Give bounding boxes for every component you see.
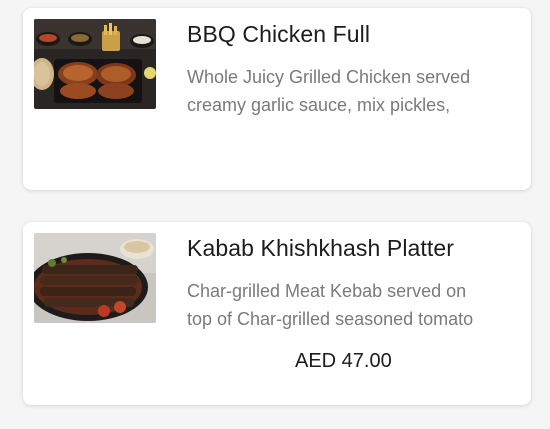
menu-item-card[interactable]: BBQ Chicken Full Whole Juicy Grilled Chi… — [23, 8, 531, 190]
bbq-chicken-image[interactable] — [34, 19, 156, 109]
description-line: top of Char-grilled seasoned tomato — [187, 309, 474, 329]
description-line: Char-grilled Meat Kebab served on — [187, 281, 467, 301]
menu-item-list: BBQ Chicken Full Whole Juicy Grilled Chi… — [0, 0, 550, 429]
menu-item-card[interactable]: Kabab Khishkhash Platter Char-grilled Me… — [23, 222, 531, 405]
menu-item-description: Whole Juicy Grilled Chicken served cream… — [187, 63, 517, 119]
kabab-platter-image[interactable] — [34, 233, 156, 323]
menu-item-description: Char-grilled Meat Kebab served on top of… — [187, 277, 517, 333]
description-line: creamy garlic sauce, mix pickles, — [187, 95, 451, 115]
menu-item-price: AED 47.00 — [295, 350, 392, 372]
menu-item-title[interactable]: BBQ Chicken Full — [187, 21, 370, 48]
menu-item-title[interactable]: Kabab Khishkhash Platter — [187, 235, 454, 262]
description-line: Whole Juicy Grilled Chicken served — [187, 67, 471, 87]
